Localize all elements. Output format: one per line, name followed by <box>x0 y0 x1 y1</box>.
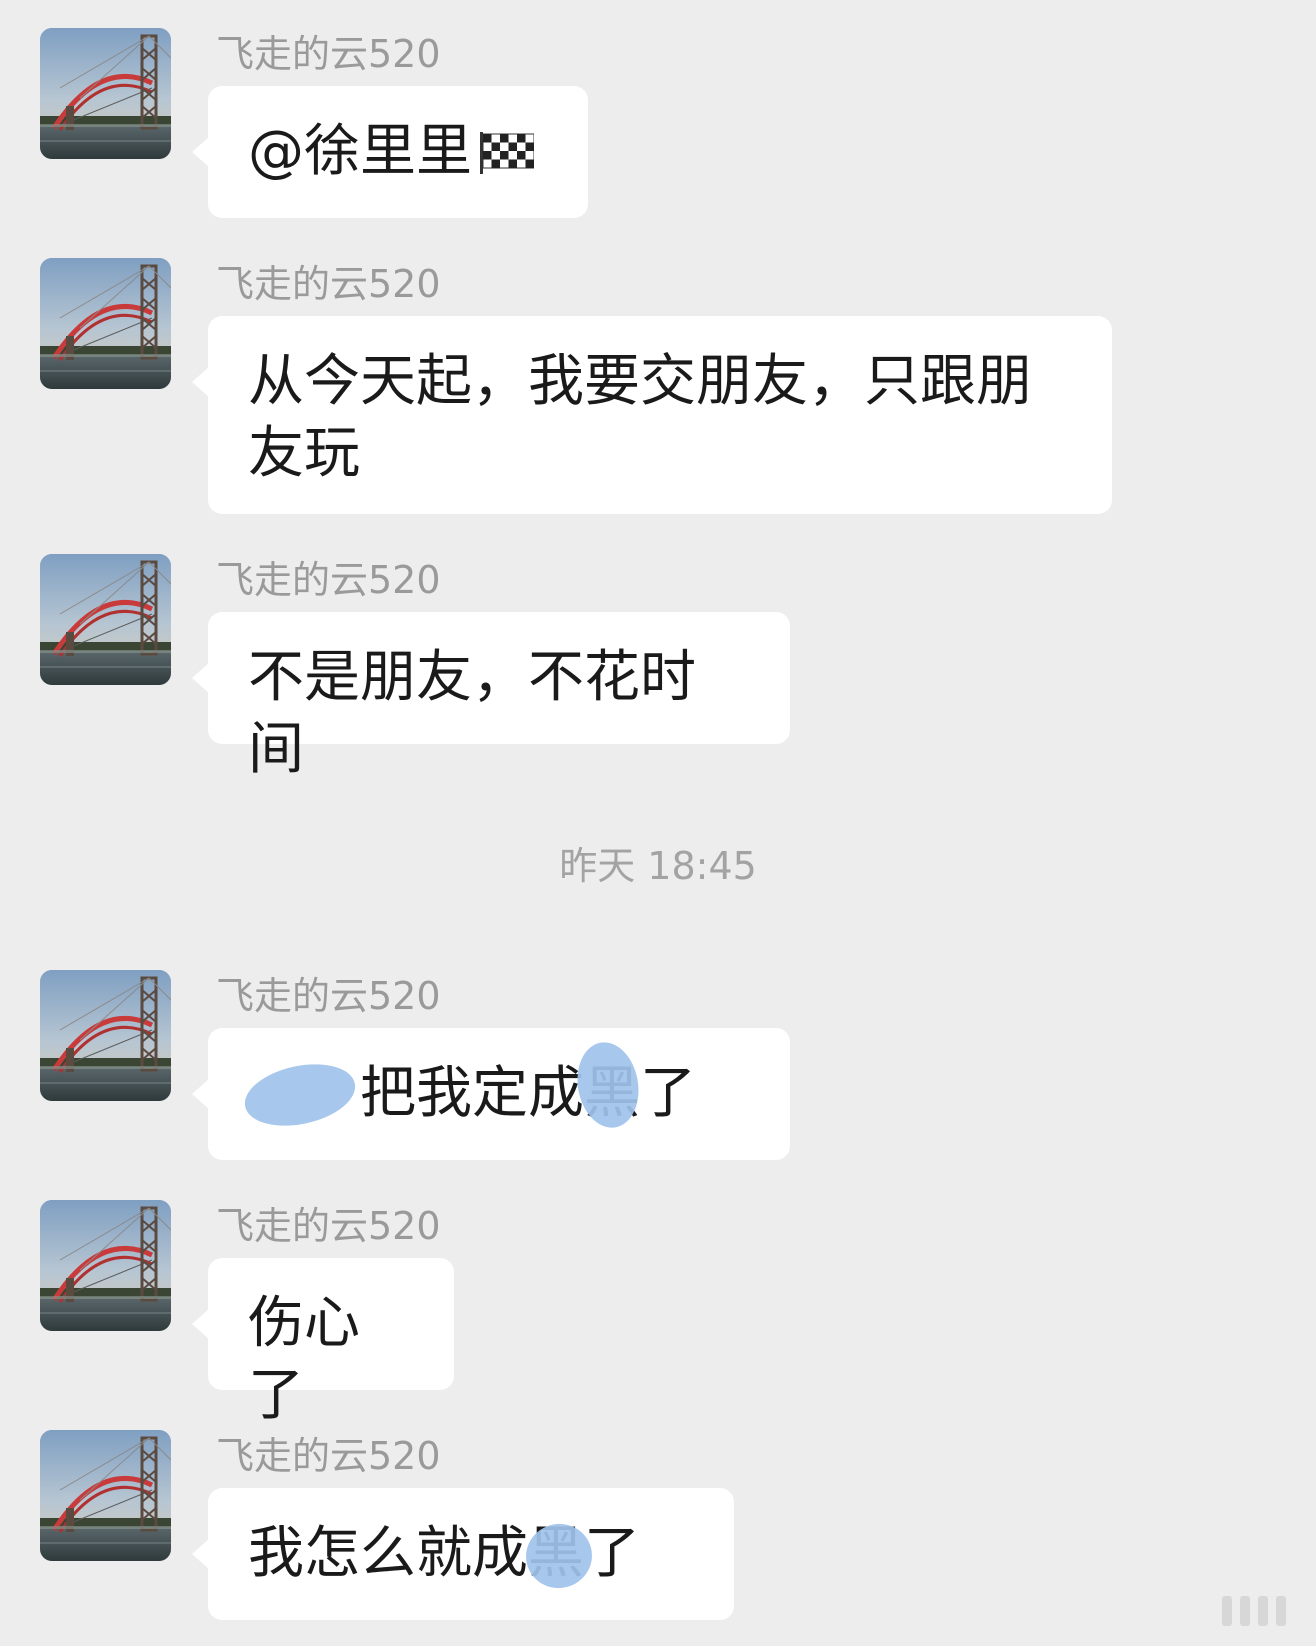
avatar[interactable] <box>40 970 171 1101</box>
sender-name: 飞走的云520 <box>216 1434 441 1478</box>
message-bubble[interactable]: 不是朋友，不花时间 <box>192 612 790 782</box>
bridge-avatar-image <box>40 554 171 685</box>
message-bubble[interactable]: 伤心了 <box>192 1258 454 1428</box>
message-text: @徐里里 <box>248 119 472 184</box>
bridge-avatar-image <box>40 1430 171 1561</box>
sender-name: 飞走的云520 <box>216 32 441 76</box>
bridge-avatar-image <box>40 28 171 159</box>
message-text: 不是朋友，不花时间 <box>248 645 696 782</box>
sender-name: 飞走的云520 <box>216 1204 441 1248</box>
message-text: 伤心了 <box>248 1291 360 1428</box>
avatar[interactable] <box>40 28 171 159</box>
avatar[interactable] <box>40 1430 171 1561</box>
avatar[interactable] <box>40 258 171 389</box>
message-bubble[interactable]: 我怎么就成黑了 <box>192 1488 734 1620</box>
sender-name: 飞走的云520 <box>216 974 441 1018</box>
message-bubble[interactable]: 从今天起，我要交朋友，只跟朋友玩 <box>192 316 1112 514</box>
avatar[interactable] <box>40 1200 171 1331</box>
sender-name: 飞走的云520 <box>216 262 441 306</box>
bridge-avatar-image <box>40 258 171 389</box>
chequered-flag-icon <box>480 132 534 174</box>
bridge-avatar-image <box>40 970 171 1101</box>
watermark-bars <box>1222 1596 1286 1626</box>
avatar[interactable] <box>40 554 171 685</box>
bridge-avatar-image <box>40 1200 171 1331</box>
message-text: 从今天起，我要交朋友，只跟朋友玩 <box>248 349 1032 486</box>
message-text: 把我定成黑了 <box>360 1061 696 1126</box>
chat-timestamp: 昨天 18:45 <box>559 844 757 888</box>
message-bubble[interactable]: @徐里里 <box>192 86 588 218</box>
sender-name: 飞走的云520 <box>216 558 441 602</box>
